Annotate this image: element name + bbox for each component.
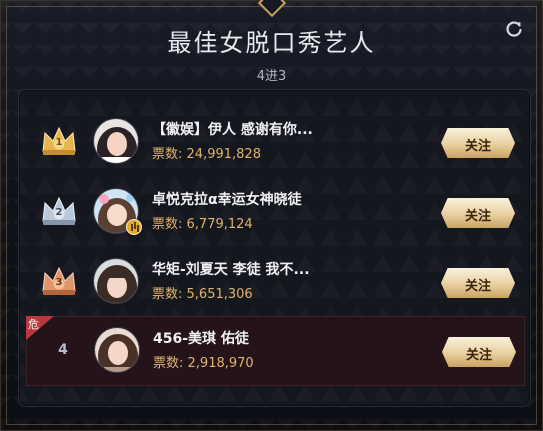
votes-label: 票数:	[153, 356, 184, 371]
bronze-crown-icon: 3	[40, 264, 78, 298]
refresh-icon[interactable]	[504, 19, 524, 39]
ranking-row-1: 1 【徽娱】伊人 感谢有你... 票数: 24,991,828 关注	[26, 108, 525, 178]
ranking-panel: 最佳女脱口秀艺人 4进3 1 【徽娱】伊人 感谢有你... 票数: 24,991…	[0, 0, 543, 431]
votes-label: 票数:	[152, 217, 183, 232]
votes-value: 24,991,828	[186, 147, 261, 162]
avatar[interactable]	[93, 258, 139, 304]
follow-button[interactable]: 关注	[441, 268, 515, 298]
follow-button[interactable]: 关注	[442, 337, 516, 367]
follow-label: 关注	[464, 209, 491, 224]
level-badge-icon	[126, 219, 142, 235]
artist-name[interactable]: 华矩-刘夏天 李徒 我不...	[152, 259, 412, 279]
round-subtitle: 4进3	[256, 69, 287, 84]
ranking-list: 1 【徽娱】伊人 感谢有你... 票数: 24,991,828 关注 2 卓悦克…	[18, 89, 531, 407]
follow-label: 关注	[464, 279, 491, 294]
page-title: 最佳女脱口秀艺人	[167, 29, 376, 57]
avatar[interactable]	[93, 118, 139, 164]
follow-button[interactable]: 关注	[441, 198, 515, 228]
artist-name[interactable]: 卓悦克拉α幸运女神晓徒	[152, 189, 412, 209]
ranking-row-3: 3 华矩-刘夏天 李徒 我不... 票数: 5,651,306 关注	[26, 248, 525, 318]
rank-number: 2	[55, 207, 63, 218]
votes-value: 2,918,970	[187, 356, 254, 371]
avatar[interactable]	[94, 327, 140, 373]
follow-label: 关注	[465, 348, 492, 363]
danger-badge: 危	[26, 316, 54, 340]
danger-label: 危	[28, 318, 39, 331]
vote-count: 票数: 2,918,970	[153, 352, 254, 371]
artist-name[interactable]: 456-美琪 佑徒	[153, 328, 413, 348]
vote-count: 票数: 5,651,306	[152, 283, 253, 302]
gold-crown-icon: 1	[40, 124, 78, 158]
rank-number: 3	[55, 277, 63, 288]
votes-value: 6,779,124	[186, 217, 253, 232]
vote-count: 票数: 24,991,828	[152, 143, 261, 162]
rank-number: 4	[58, 342, 68, 358]
ranking-row-4: 危 4 456-美琪 佑徒 票数: 2,918,970 关注	[26, 316, 525, 386]
ranking-row-2: 2 卓悦克拉α幸运女神晓徒 票数: 6,779,124 关注	[26, 178, 525, 248]
follow-label: 关注	[464, 139, 491, 154]
silver-crown-icon: 2	[40, 194, 78, 228]
top-ornament	[257, 0, 287, 18]
artist-name[interactable]: 【徽娱】伊人 感谢有你...	[152, 119, 412, 139]
votes-label: 票数:	[152, 147, 183, 162]
vote-count: 票数: 6,779,124	[152, 213, 253, 232]
votes-value: 5,651,306	[186, 287, 253, 302]
rank-number: 1	[55, 137, 63, 148]
votes-label: 票数:	[152, 287, 183, 302]
follow-button[interactable]: 关注	[441, 128, 515, 158]
